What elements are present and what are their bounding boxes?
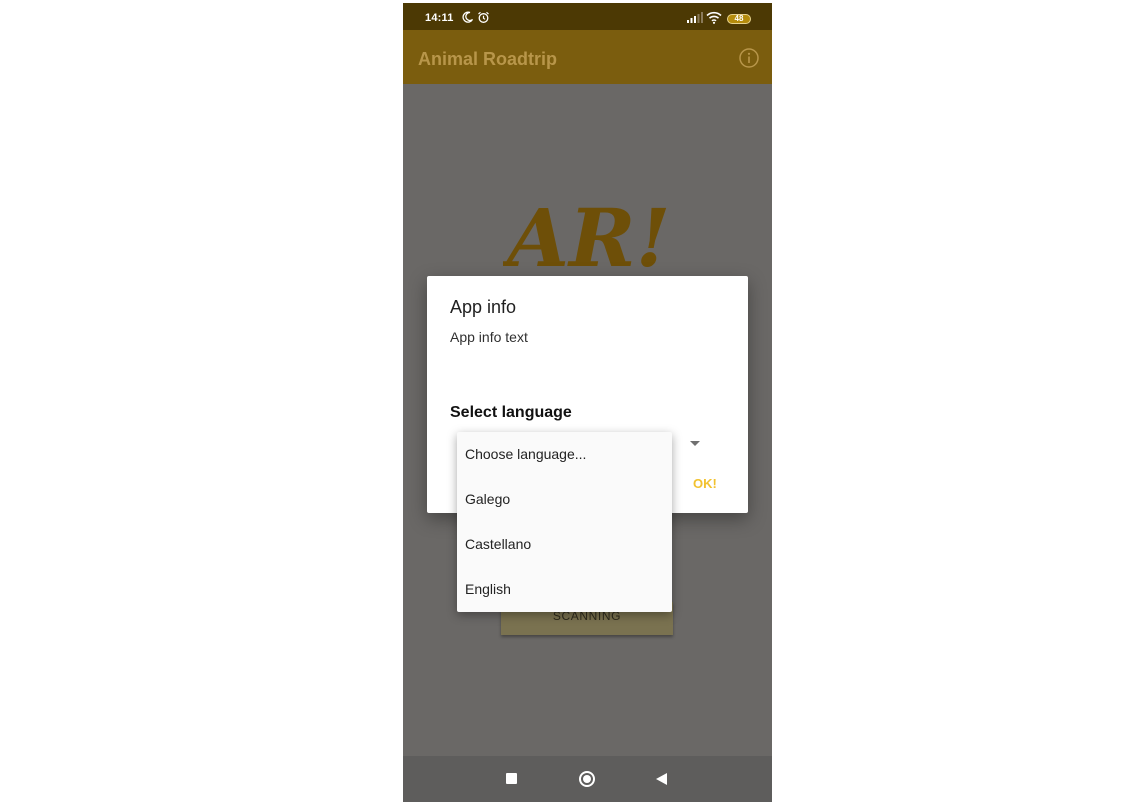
dropdown-arrow-icon[interactable]: [690, 441, 700, 446]
dialog-text: App info text: [450, 329, 528, 345]
logo-text: AR!: [503, 191, 671, 280]
back-icon[interactable]: [656, 773, 667, 785]
ok-button[interactable]: OK!: [693, 476, 717, 491]
select-language-label: Select language: [450, 404, 572, 421]
battery-level: 48: [734, 14, 744, 23]
battery-icon: 48: [727, 14, 751, 24]
language-option-choose[interactable]: Choose language...: [465, 432, 665, 477]
app-logo: AR!: [503, 191, 671, 280]
status-time: 14:11: [425, 12, 454, 24]
status-bar: 14:11 48: [403, 3, 772, 30]
language-option-english[interactable]: English: [465, 567, 665, 612]
app-title: Animal Roadtrip: [418, 49, 558, 69]
info-icon[interactable]: [738, 47, 760, 69]
recents-icon[interactable]: [506, 773, 517, 784]
language-dropdown: Choose language... Galego Castellano Eng…: [457, 432, 672, 612]
signal-icon: [687, 12, 703, 23]
language-option-castellano[interactable]: Castellano: [465, 522, 665, 567]
alarm-icon: [478, 11, 489, 23]
language-option-galego[interactable]: Galego: [465, 477, 665, 522]
moon-icon: [462, 11, 474, 23]
app-bar: Animal Roadtrip: [403, 30, 772, 84]
dialog-title: App info: [450, 297, 517, 317]
home-icon[interactable]: [579, 771, 595, 787]
navigation-bar: [403, 756, 772, 802]
wifi-icon: [706, 11, 722, 24]
